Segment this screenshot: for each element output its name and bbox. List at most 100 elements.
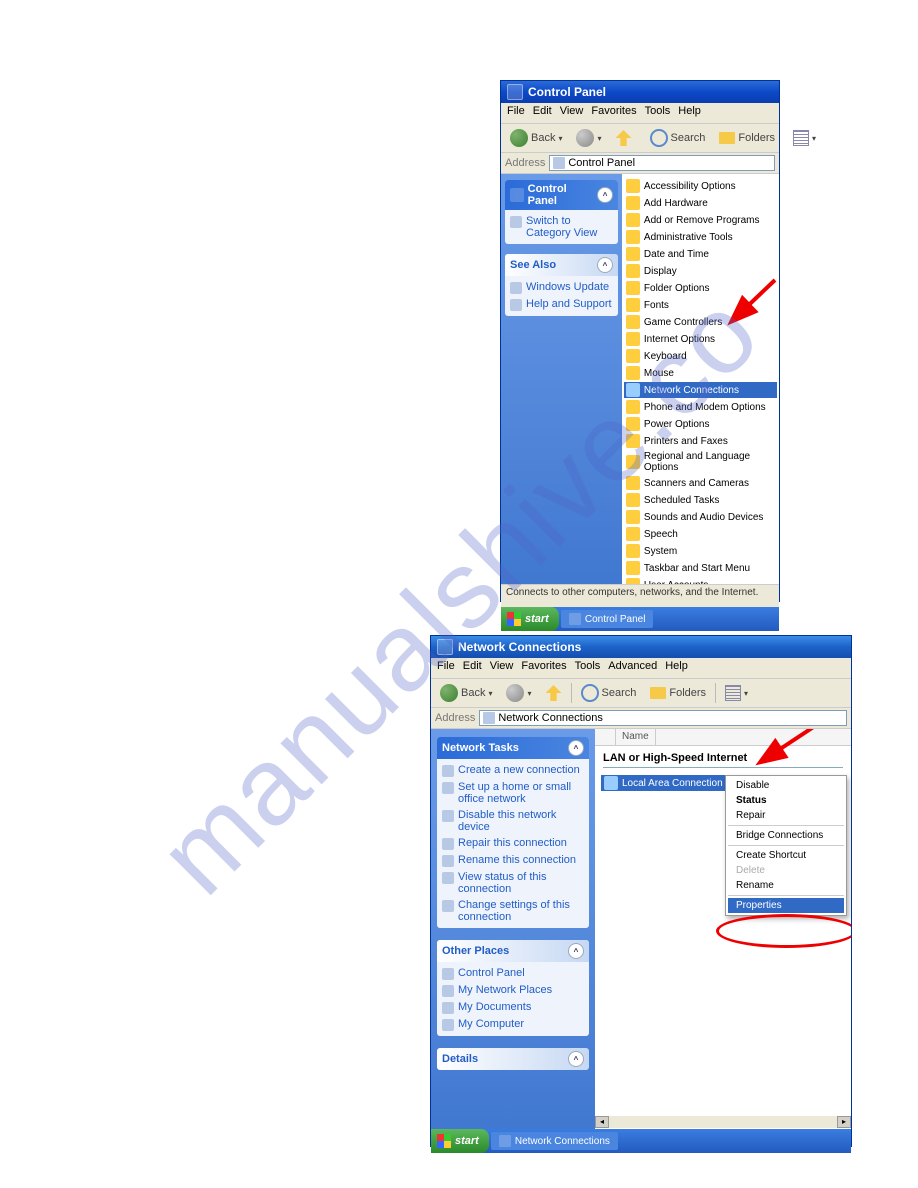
cpl-item[interactable]: Internet Options <box>624 331 777 347</box>
back-button[interactable]: Back▾ <box>505 126 567 150</box>
up-button[interactable] <box>541 682 567 704</box>
menu-file[interactable]: File <box>437 660 455 678</box>
ctx-bridge[interactable]: Bridge Connections <box>728 828 844 843</box>
cpl-item[interactable]: User Accounts <box>624 577 777 584</box>
ctx-create-shortcut[interactable]: Create Shortcut <box>728 848 844 863</box>
forward-button: ▾ <box>501 681 536 705</box>
cpl-item[interactable]: Regional and Language Options <box>624 450 777 474</box>
cpl-item[interactable]: Power Options <box>624 416 777 432</box>
toolbar: Back▾ ▾ Search Folders ▾ <box>501 124 779 153</box>
address-bar: Address Control Panel <box>501 153 779 174</box>
start-button[interactable]: start <box>501 607 559 631</box>
menu-favorites[interactable]: Favorites <box>521 660 566 678</box>
context-menu: Disable Status Repair Bridge Connections… <box>725 775 847 916</box>
cpl-item[interactable]: Add or Remove Programs <box>624 212 777 228</box>
folder-icon <box>719 132 735 144</box>
scroll-right-icon[interactable]: ▸ <box>837 1116 851 1128</box>
menu-edit[interactable]: Edit <box>533 105 552 123</box>
cpl-item[interactable]: Add Hardware <box>624 195 777 211</box>
views-button[interactable]: ▾ <box>720 682 753 704</box>
cpl-item[interactable]: Fonts <box>624 297 777 313</box>
cpl-item[interactable]: Sounds and Audio Devices <box>624 509 777 525</box>
status-bar: Connects to other computers, networks, a… <box>501 584 779 607</box>
panel-title: See Also <box>510 259 556 271</box>
cpl-item[interactable]: Phone and Modem Options <box>624 399 777 415</box>
menu-tools[interactable]: Tools <box>575 660 601 678</box>
folders-button[interactable]: Folders <box>645 684 711 702</box>
scroll-left-icon[interactable]: ◂ <box>595 1116 609 1128</box>
cpl-item[interactable]: Taskbar and Start Menu <box>624 560 777 576</box>
cpl-item[interactable]: Speech <box>624 526 777 542</box>
task-disable-device[interactable]: Disable this network device <box>442 809 584 833</box>
address-field[interactable]: Control Panel <box>549 155 775 171</box>
cpl-item[interactable]: Administrative Tools <box>624 229 777 245</box>
screenshot-control-panel: Control Panel File Edit View Favorites T… <box>500 80 780 602</box>
taskbar: start Network Connections <box>431 1129 851 1153</box>
collapse-icon[interactable]: ^ <box>597 187 613 203</box>
cpl-item[interactable]: Accessibility Options <box>624 178 777 194</box>
cpl-item[interactable]: Display <box>624 263 777 279</box>
ctx-disable[interactable]: Disable <box>728 778 844 793</box>
menu-view[interactable]: View <box>490 660 514 678</box>
collapse-icon[interactable]: ^ <box>568 943 584 959</box>
menu-edit[interactable]: Edit <box>463 660 482 678</box>
link-network-places[interactable]: My Network Places <box>442 984 584 997</box>
cpl-item[interactable]: Keyboard <box>624 348 777 364</box>
back-button[interactable]: Back▾ <box>435 681 497 705</box>
collapse-icon[interactable]: ^ <box>568 1051 584 1067</box>
link-control-panel[interactable]: Control Panel <box>442 967 584 980</box>
up-button[interactable] <box>611 127 637 149</box>
menu-file[interactable]: File <box>507 105 525 123</box>
link-windows-update[interactable]: Windows Update <box>510 281 613 294</box>
menu-help[interactable]: Help <box>678 105 701 123</box>
task-home-network[interactable]: Set up a home or small office network <box>442 781 584 805</box>
globe-icon <box>510 282 522 294</box>
taskbar-button-control-panel[interactable]: Control Panel <box>561 610 654 628</box>
task-change-settings[interactable]: Change settings of this connection <box>442 899 584 923</box>
link-switch-category[interactable]: Switch to Category View <box>510 215 613 239</box>
link-my-documents[interactable]: My Documents <box>442 1001 584 1014</box>
task-view-status[interactable]: View status of this connection <box>442 871 584 895</box>
task-create-connection[interactable]: Create a new connection <box>442 764 584 777</box>
ctx-status[interactable]: Status <box>728 793 844 808</box>
repair-icon <box>442 838 454 850</box>
column-name[interactable]: Name <box>616 729 656 745</box>
collapse-icon[interactable]: ^ <box>568 740 584 756</box>
cpl-item[interactable]: Date and Time <box>624 246 777 262</box>
taskbar-button-network-connections[interactable]: Network Connections <box>491 1132 618 1150</box>
folders-button[interactable]: Folders <box>714 129 780 147</box>
scheduled-icon <box>626 493 640 507</box>
cpl-item[interactable]: System <box>624 543 777 559</box>
task-repair[interactable]: Repair this connection <box>442 837 584 850</box>
cpl-item[interactable]: Printers and Faxes <box>624 433 777 449</box>
ctx-repair[interactable]: Repair <box>728 808 844 823</box>
menu-view[interactable]: View <box>560 105 584 123</box>
collapse-icon[interactable]: ^ <box>597 257 613 273</box>
cpl-item[interactable]: Folder Options <box>624 280 777 296</box>
cpl-item-selected-network-connections[interactable]: Network Connections <box>624 382 777 398</box>
views-button[interactable]: ▾ <box>788 127 821 149</box>
link-help-support[interactable]: Help and Support <box>510 298 613 311</box>
link-my-computer[interactable]: My Computer <box>442 1018 584 1031</box>
menu-advanced[interactable]: Advanced <box>608 660 657 678</box>
windows-flag-icon <box>507 612 521 626</box>
ctx-properties[interactable]: Properties <box>728 898 844 913</box>
search-button[interactable]: Search <box>576 681 642 705</box>
cpl-item[interactable]: Scanners and Cameras <box>624 475 777 491</box>
task-rename[interactable]: Rename this connection <box>442 854 584 867</box>
cpl-item[interactable]: Mouse <box>624 365 777 381</box>
search-button[interactable]: Search <box>645 126 711 150</box>
menu-help[interactable]: Help <box>665 660 688 678</box>
menu-favorites[interactable]: Favorites <box>591 105 636 123</box>
horizontal-scrollbar[interactable]: ◂ ▸ <box>595 1116 851 1128</box>
datetime-icon <box>626 247 640 261</box>
side-pane: Control Panel^ Switch to Category View S… <box>501 174 622 584</box>
connection-item-local-area[interactable]: Local Area Connection <box>601 775 729 791</box>
power-icon <box>626 417 640 431</box>
menu-tools[interactable]: Tools <box>645 105 671 123</box>
cpl-item[interactable]: Scheduled Tasks <box>624 492 777 508</box>
ctx-rename[interactable]: Rename <box>728 878 844 893</box>
cpl-item[interactable]: Game Controllers <box>624 314 777 330</box>
address-field[interactable]: Network Connections <box>479 710 847 726</box>
start-button[interactable]: start <box>431 1129 489 1153</box>
